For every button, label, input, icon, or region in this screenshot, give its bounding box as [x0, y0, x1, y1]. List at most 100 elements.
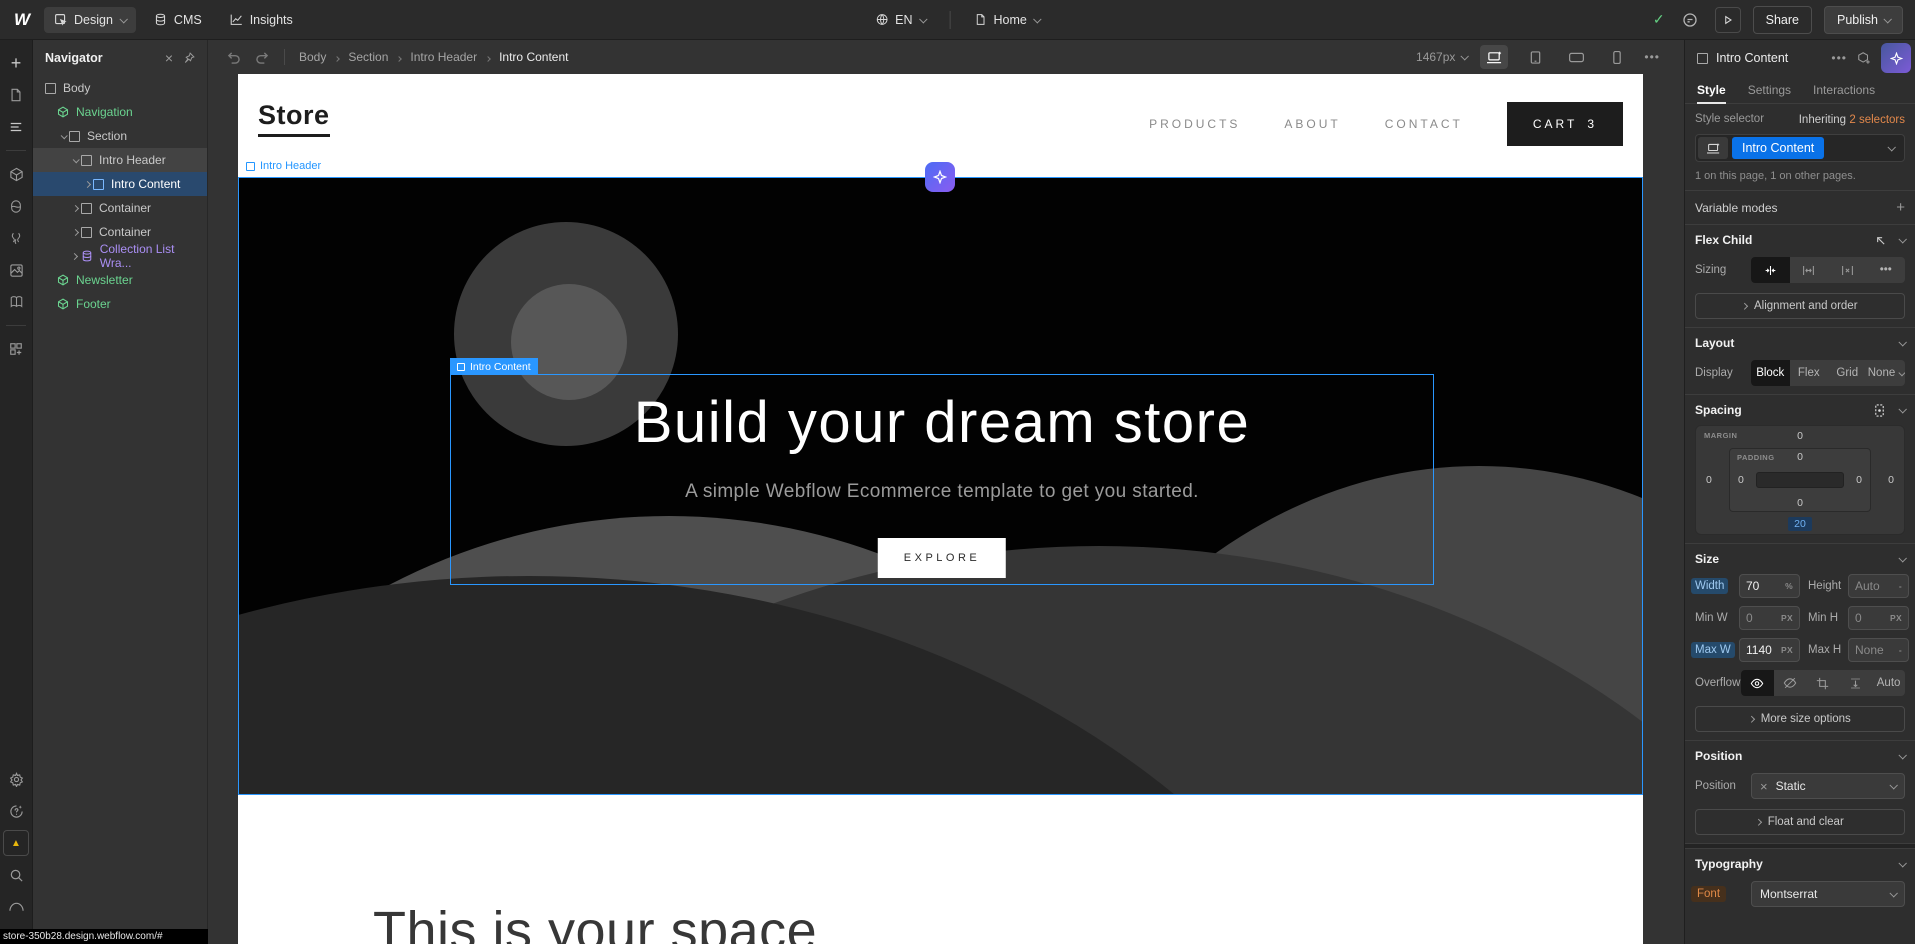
element-options-icon[interactable]: ••• — [1831, 51, 1847, 65]
spacing-widget[interactable]: MARGIN 0 0 0 20 PADDING 0 0 0 0 — [1695, 425, 1905, 535]
hero-heading[interactable]: Build your dream store — [451, 389, 1433, 456]
next-section-heading[interactable]: This is your space — [373, 900, 817, 944]
padding-bottom-value[interactable]: 0 — [1730, 497, 1870, 509]
sizing-grow-option[interactable] — [1790, 257, 1829, 283]
position-dropdown[interactable]: × Static — [1751, 773, 1905, 799]
breadcrumb-section[interactable]: Section — [348, 50, 388, 64]
breadcrumb-body[interactable]: Body — [299, 50, 326, 64]
style-manager-icon[interactable] — [3, 193, 29, 219]
components-icon[interactable] — [3, 161, 29, 187]
width-input[interactable]: 70% — [1739, 574, 1800, 598]
tab-style[interactable]: Style — [1697, 76, 1726, 103]
expander-icon[interactable] — [69, 206, 81, 211]
apps-icon[interactable] — [3, 336, 29, 362]
pages-icon[interactable] — [3, 82, 29, 108]
sizing-fixed-option[interactable] — [1828, 257, 1867, 283]
style-selector-input[interactable]: Intro Content — [1695, 134, 1905, 162]
expander-icon[interactable] — [69, 254, 81, 259]
inheriting-count[interactable]: 2 selectors — [1849, 114, 1905, 126]
sizing-more-option[interactable]: ••• — [1867, 257, 1906, 283]
hero-section[interactable]: Intro Content Build your dream store A s… — [238, 177, 1643, 795]
page-switcher[interactable]: Home — [965, 7, 1050, 33]
navigator-row-body[interactable]: Body — [33, 76, 207, 100]
display-none-option[interactable]: None — [1867, 360, 1906, 386]
expander-icon[interactable] — [81, 182, 93, 187]
design-mode-button[interactable]: Design — [44, 7, 136, 33]
navigator-row-collection-list[interactable]: Collection List Wra... — [33, 244, 207, 268]
select-parent-icon[interactable] — [1874, 234, 1887, 247]
overflow-visible-option[interactable] — [1741, 670, 1774, 696]
collapse-section-icon[interactable] — [1898, 405, 1906, 413]
add-variable-mode-icon[interactable]: + — [1896, 199, 1905, 216]
upgrade-icon[interactable]: ▲ — [3, 830, 29, 856]
tab-settings[interactable]: Settings — [1748, 76, 1791, 103]
selector-pill[interactable]: Intro Content — [1732, 137, 1824, 159]
redo-icon[interactable] — [255, 51, 270, 64]
nav-link-about[interactable]: ABOUT — [1284, 117, 1340, 131]
site-canvas[interactable]: Store PRODUCTS ABOUT CONTACT CART 3 Intr… — [238, 74, 1643, 944]
collapse-section-icon[interactable] — [1898, 859, 1906, 867]
nav-link-products[interactable]: PRODUCTS — [1149, 117, 1240, 131]
intro-content-tag[interactable]: Intro Content — [450, 358, 538, 375]
overflow-clip-option[interactable] — [1807, 670, 1840, 696]
more-size-options-button[interactable]: More size options — [1695, 706, 1905, 732]
alignment-order-button[interactable]: Alignment and order — [1695, 293, 1905, 319]
publish-button[interactable]: Publish — [1824, 6, 1903, 34]
webflow-logo[interactable]: W — [0, 10, 44, 30]
share-button[interactable]: Share — [1753, 6, 1812, 34]
margin-top-value[interactable]: 0 — [1696, 430, 1904, 442]
create-component-icon[interactable] — [1857, 51, 1871, 65]
navigator-row-section[interactable]: Section — [33, 124, 207, 148]
navigator-row-intro-header[interactable]: Intro Header — [33, 148, 207, 172]
margin-right-value[interactable]: 0 — [1888, 474, 1894, 486]
font-dropdown[interactable]: Montserrat — [1751, 881, 1905, 907]
margin-bottom-value[interactable]: 20 — [1696, 518, 1904, 530]
float-clear-button[interactable]: Float and clear — [1695, 809, 1905, 835]
intro-content-selection[interactable]: Intro Content Build your dream store A s… — [450, 374, 1434, 585]
pin-icon[interactable] — [183, 52, 195, 64]
cart-button[interactable]: CART 3 — [1507, 102, 1623, 146]
display-block-option[interactable]: Block — [1751, 360, 1790, 386]
overflow-scroll-option[interactable] — [1839, 670, 1872, 696]
ai-assistant-button[interactable] — [1881, 43, 1911, 73]
sizing-shrink-option[interactable] — [1751, 257, 1790, 283]
spacing-mode-icon[interactable] — [1872, 404, 1887, 417]
display-grid-option[interactable]: Grid — [1828, 360, 1867, 386]
min-width-input[interactable]: 0PX — [1739, 606, 1800, 630]
breakpoint-tablet-button[interactable] — [1521, 45, 1549, 69]
breakpoint-desktop-button[interactable] — [1480, 45, 1508, 69]
padding-left-value[interactable]: 0 — [1738, 474, 1744, 486]
padding-top-value[interactable]: 0 — [1730, 451, 1870, 463]
close-icon[interactable]: × — [165, 51, 173, 65]
navigator-row-newsletter[interactable]: Newsletter — [33, 268, 207, 292]
min-height-input[interactable]: 0PX — [1848, 606, 1909, 630]
height-input[interactable]: Auto- — [1848, 574, 1909, 598]
ai-assistant-handle[interactable] — [925, 162, 955, 192]
cms-button[interactable]: CMS — [144, 7, 212, 33]
margin-left-value[interactable]: 0 — [1706, 474, 1712, 486]
preview-button[interactable] — [1715, 7, 1741, 33]
navigator-row-footer[interactable]: Footer — [33, 292, 207, 316]
padding-right-value[interactable]: 0 — [1856, 474, 1862, 486]
comments-button[interactable] — [1677, 7, 1703, 33]
breadcrumb-intro-content[interactable]: Intro Content — [499, 50, 568, 64]
padding-widget[interactable]: PADDING 0 0 0 0 — [1729, 448, 1871, 512]
undo-icon[interactable] — [226, 51, 241, 64]
insights-button[interactable]: Insights — [220, 7, 303, 33]
expander-icon[interactable] — [69, 158, 81, 163]
help-icon[interactable] — [3, 798, 29, 824]
overflow-hidden-option[interactable] — [1774, 670, 1807, 696]
breakpoint-mobile-landscape-button[interactable] — [1562, 45, 1590, 69]
collapse-section-icon[interactable] — [1898, 338, 1906, 346]
navigator-row-container-1[interactable]: Container — [33, 196, 207, 220]
explore-button[interactable]: EXPLORE — [878, 538, 1006, 578]
breadcrumb-intro-header[interactable]: Intro Header — [410, 50, 477, 64]
settings-gear-icon[interactable] — [3, 766, 29, 792]
collapse-section-icon[interactable] — [1898, 751, 1906, 759]
libraries-icon[interactable] — [3, 289, 29, 315]
more-options-icon[interactable]: ••• — [1644, 50, 1660, 64]
navigator-row-navigation[interactable]: Navigation — [33, 100, 207, 124]
display-flex-option[interactable]: Flex — [1790, 360, 1829, 386]
expander-icon[interactable] — [69, 230, 81, 235]
collapse-section-icon[interactable] — [1898, 554, 1906, 562]
